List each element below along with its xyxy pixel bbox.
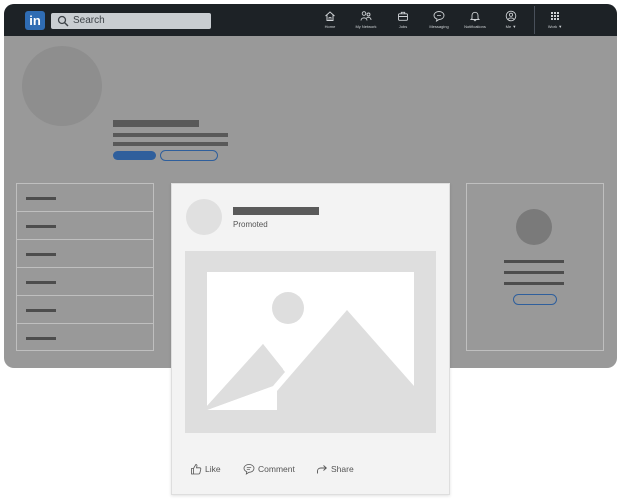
list-item — [17, 296, 153, 324]
suggestion-text-placeholder — [504, 271, 564, 274]
list-item-placeholder — [26, 225, 56, 228]
list-item — [17, 240, 153, 268]
right-sidebar-placeholder — [466, 183, 604, 351]
nav-item-notifications[interactable]: Notifications — [457, 10, 493, 34]
nav-item-me[interactable]: Me ▼ — [493, 10, 529, 34]
like-button[interactable]: Like — [190, 462, 221, 476]
share-button[interactable]: Share — [316, 462, 354, 476]
nav-label: Me ▼ — [505, 24, 517, 29]
nav-label: Home — [324, 24, 336, 29]
list-item-placeholder — [26, 281, 56, 284]
comment-icon — [243, 464, 255, 475]
network-icon — [360, 11, 372, 21]
top-navigation-bar: in Search Home My Network Jobs Messaging… — [4, 4, 617, 36]
profile-headline-placeholder — [113, 133, 228, 137]
search-icon — [57, 15, 69, 27]
image-placeholder-icon — [207, 272, 414, 410]
post-media[interactable] — [185, 251, 436, 433]
like-icon — [191, 464, 202, 475]
promoted-label: Promoted — [233, 220, 268, 229]
comment-label: Comment — [258, 464, 295, 474]
nav-item-my-network[interactable]: My Network — [348, 10, 384, 34]
profile-avatar-placeholder — [22, 46, 102, 126]
list-item — [17, 184, 153, 212]
list-item-placeholder — [26, 337, 56, 340]
profile-location-placeholder — [113, 142, 228, 146]
search-input[interactable]: Search — [51, 13, 211, 29]
list-item-placeholder — [26, 197, 56, 200]
nav-label: Messaging — [429, 24, 449, 29]
message-icon — [433, 11, 445, 22]
advertiser-name-placeholder — [233, 207, 319, 215]
search-placeholder: Search — [73, 15, 105, 26]
nav-item-messaging[interactable]: Messaging — [421, 10, 457, 34]
nav-divider — [534, 6, 535, 34]
list-item — [17, 212, 153, 240]
nav-label: My Network — [355, 24, 377, 29]
suggestion-button-placeholder — [513, 294, 557, 305]
like-label: Like — [205, 464, 221, 474]
suggestion-avatar-placeholder — [516, 209, 552, 245]
chevron-down-icon: ▼ — [558, 24, 563, 29]
nav-label: Work ▼ — [547, 24, 563, 29]
linkedin-logo[interactable]: in — [25, 11, 45, 30]
list-item — [17, 268, 153, 296]
promoted-post-card: Promoted Like Comment Share — [171, 183, 450, 495]
bell-icon — [469, 11, 481, 22]
left-sidebar-placeholder — [16, 183, 154, 351]
list-item — [17, 324, 153, 352]
home-icon — [325, 11, 335, 21]
list-item-placeholder — [26, 253, 56, 256]
advertiser-avatar-placeholder — [186, 199, 222, 235]
nav-item-work[interactable]: Work ▼ — [537, 10, 573, 34]
chevron-down-icon: ▼ — [512, 24, 517, 29]
nav-item-home[interactable]: Home — [312, 10, 348, 34]
profile-name-placeholder — [113, 120, 199, 127]
primary-action-placeholder — [113, 151, 156, 160]
suggestion-text-placeholder — [504, 282, 564, 285]
suggestion-text-placeholder — [504, 260, 564, 263]
nav-label: Jobs — [398, 24, 408, 29]
share-label: Share — [331, 464, 354, 474]
secondary-action-placeholder — [160, 150, 218, 161]
briefcase-icon — [398, 11, 408, 21]
user-icon — [505, 10, 517, 22]
nav-label: Notifications — [464, 24, 486, 29]
comment-button[interactable]: Comment — [243, 462, 295, 476]
list-item-placeholder — [26, 309, 56, 312]
share-icon — [317, 465, 327, 474]
nav-item-jobs[interactable]: Jobs — [385, 10, 421, 34]
grid-icon — [551, 12, 559, 20]
